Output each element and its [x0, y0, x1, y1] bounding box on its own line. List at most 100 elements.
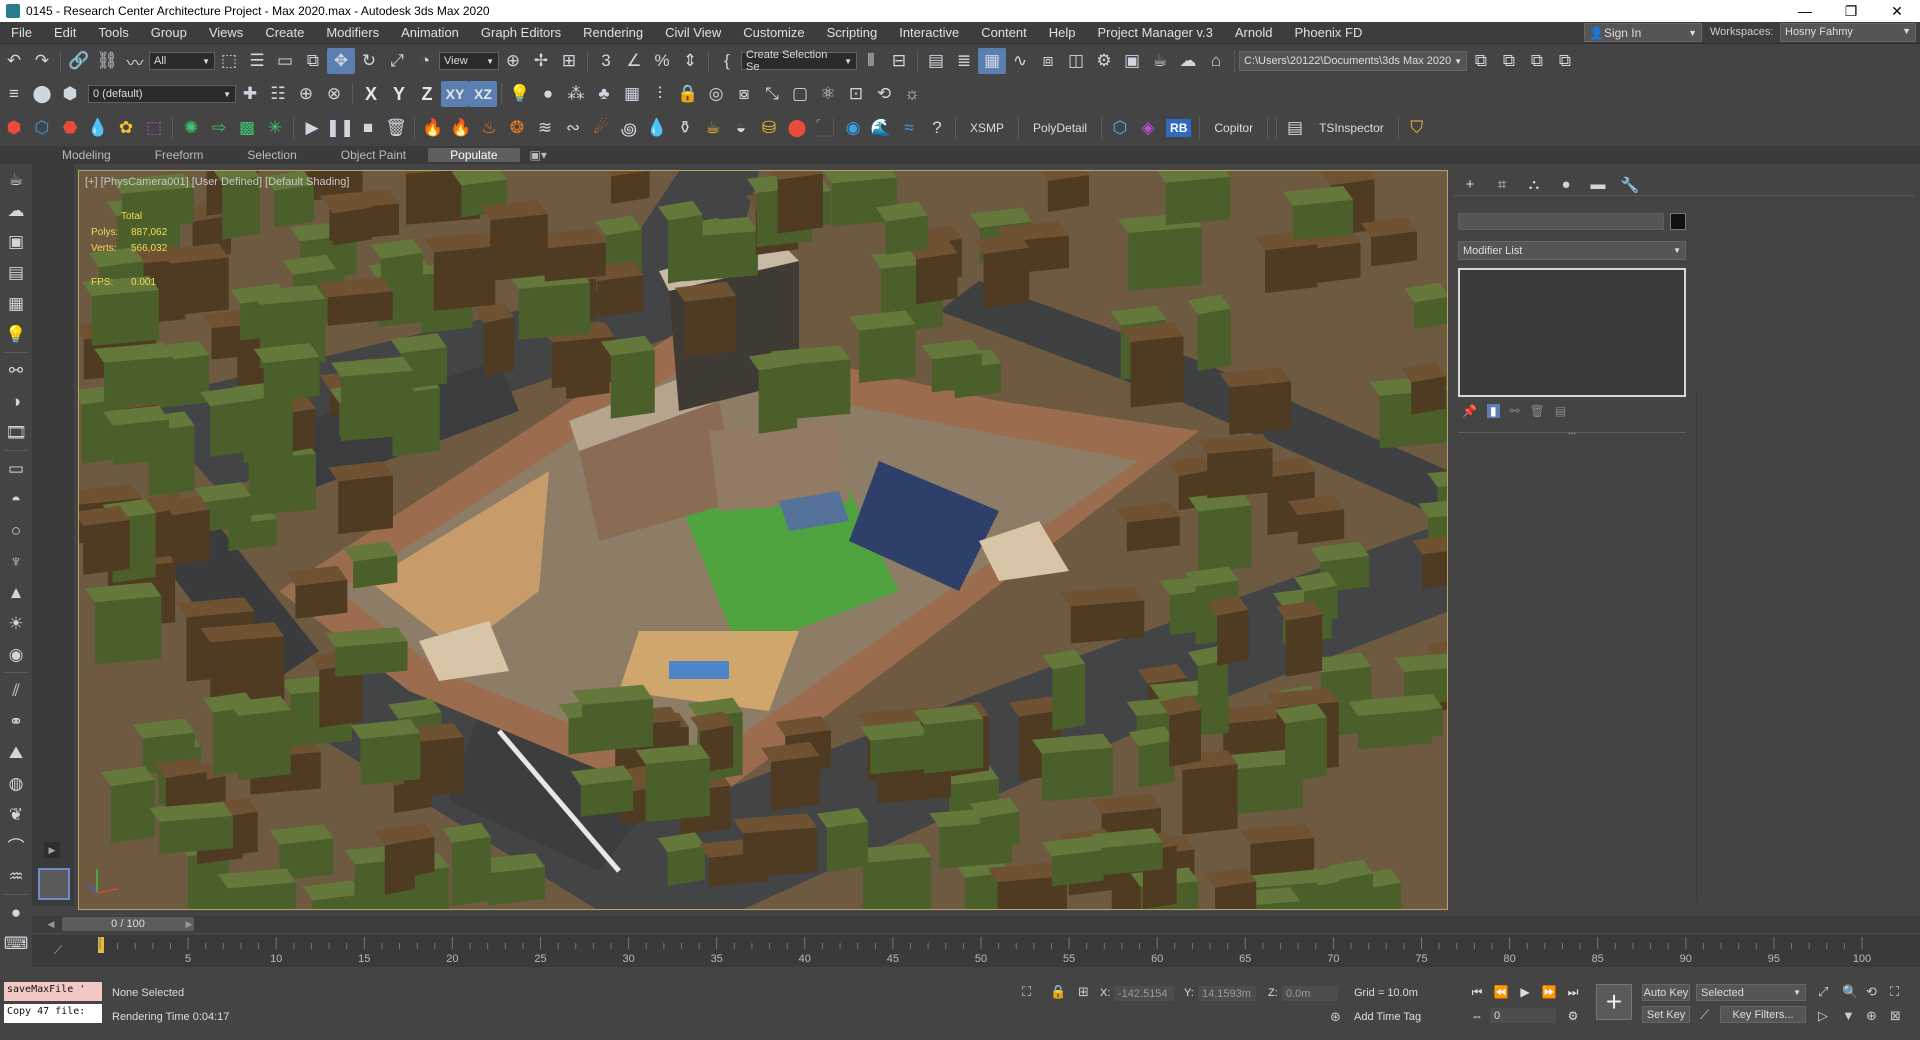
maxscript-listener-output[interactable]: saveMaxFile ' — [4, 982, 102, 1001]
xsmp-button[interactable]: XSMP — [960, 121, 1014, 135]
pan-icon[interactable]: ▷ — [1818, 1008, 1828, 1024]
axis-z-button[interactable]: Z — [413, 81, 441, 107]
selection-filter-dropdown[interactable]: All ▼ — [149, 52, 215, 70]
tab-modeling[interactable]: Modeling — [40, 148, 133, 162]
terrain-icon[interactable]: ⛰ — [0, 737, 32, 768]
table-icon[interactable]: ▦ — [0, 288, 32, 319]
sphere-blue-icon[interactable]: ● — [0, 897, 32, 928]
maximize-viewport-icon[interactable]: ⛶ — [1890, 984, 1899, 1000]
edit-named-selection-icon[interactable]: { — [713, 48, 741, 74]
cone-icon[interactable]: ▲ — [0, 577, 32, 608]
unlink-icon[interactable]: ⛓ — [93, 48, 121, 74]
show-end-result-icon[interactable]: ▮ — [1486, 404, 1500, 418]
render-icon[interactable]: ▣ — [0, 226, 32, 257]
panel-divider[interactable]: ••• — [1458, 430, 1686, 438]
hair-icon[interactable]: ♒ — [0, 861, 32, 892]
material-icon[interactable]: ◑ — [0, 386, 32, 417]
isolate-selection-icon[interactable]: ⛶ — [1022, 984, 1031, 1000]
ribbon-options-icon[interactable]: ▣▾ — [520, 148, 557, 162]
menu-content[interactable]: Content — [970, 25, 1038, 40]
set-key-button[interactable]: Set Key — [1642, 1006, 1690, 1023]
z-coordinate-field[interactable]: 0.0m — [1282, 986, 1338, 1001]
zoom-icon[interactable]: 🔍 — [1842, 984, 1858, 1000]
material-editor-icon[interactable]: ◫ — [1062, 48, 1090, 74]
create-layer-icon[interactable]: ✚ — [236, 81, 264, 107]
droplet-icon[interactable]: 💧 — [84, 115, 112, 141]
time-tag-icon[interactable]: ⊛ — [1330, 1009, 1341, 1025]
menu-views[interactable]: Views — [198, 25, 254, 40]
walkthrough-icon[interactable]: ⟲ — [870, 81, 898, 107]
next-frame-icon[interactable]: ⏩ — [1538, 982, 1560, 1002]
orbit-icon[interactable]: ⟲ — [1866, 984, 1877, 1000]
pipe-icon[interactable]: ⌒ — [0, 830, 32, 861]
bucket-icon[interactable]: ⛁ — [755, 115, 783, 141]
ocean-icon[interactable]: 🌊 — [867, 115, 895, 141]
safe-frame-icon[interactable]: ▢ — [786, 81, 814, 107]
menu-group[interactable]: Group — [140, 25, 198, 40]
menu-interactive[interactable]: Interactive — [888, 25, 970, 40]
current-frame-field[interactable]: 0 — [1490, 1008, 1556, 1023]
menu-scripting[interactable]: Scripting — [816, 25, 889, 40]
select-rotate-icon[interactable]: ↻ — [355, 48, 383, 74]
snaps-toggle-icon[interactable]: 3 — [592, 48, 620, 74]
create-tab-icon[interactable]: + — [1454, 174, 1486, 196]
track-bar[interactable]: ⟋ 5 10 15 20 25 30 35 40 45 50 55 60 65 70 75 80 85 90 95 1… — [32, 935, 1920, 967]
selection-lock-icon[interactable]: 🔒 — [1050, 984, 1066, 1000]
key-set-dropdown[interactable]: Selected ▼ — [1696, 984, 1806, 1001]
light-icon[interactable]: 💡 — [506, 81, 534, 107]
current-layer-dropdown[interactable]: 0 (default) ▼ — [88, 85, 236, 103]
rectangle-icon[interactable]: ▭ — [0, 453, 32, 484]
zoom-extents-icon[interactable]: ⤢ — [1818, 984, 1828, 1000]
stairs-icon[interactable]: ⫽ — [0, 675, 32, 706]
display-tab-icon[interactable]: ▬ — [1582, 174, 1614, 196]
menu-project-manager[interactable]: Project Manager v.3 — [1087, 25, 1224, 40]
time-configuration-icon[interactable]: ⚙ — [1562, 1006, 1584, 1026]
modifier-list-dropdown[interactable]: Modifier List ▼ — [1458, 241, 1686, 260]
previous-frame-arrow-icon[interactable]: ◀ — [44, 917, 58, 931]
render-setup-icon[interactable]: ⚙ — [1090, 48, 1118, 74]
group-icon[interactable]: ⚛ — [814, 81, 842, 107]
link-icon[interactable]: 🔗 — [65, 48, 93, 74]
play-animation-icon[interactable]: ▶ — [1514, 982, 1536, 1002]
go-to-end-icon[interactable]: ⏭ — [1562, 982, 1584, 1002]
pause-icon[interactable]: ❚❚ — [326, 115, 355, 141]
schematic-view-icon[interactable]: ⧈ — [1034, 48, 1062, 74]
rendered-frame-window-icon[interactable]: ▣ — [1118, 48, 1146, 74]
viewport-fit-icon[interactable]: ⤡ — [758, 81, 786, 107]
menu-help[interactable]: Help — [1038, 25, 1087, 40]
menu-rendering[interactable]: Rendering — [572, 25, 654, 40]
molecule-icon[interactable]: ⚭ — [0, 706, 32, 737]
grid-green-icon[interactable]: ▩ — [233, 115, 261, 141]
network-icon[interactable]: ✺ — [177, 115, 205, 141]
go-to-start-icon[interactable]: ⏮ — [1466, 982, 1488, 1002]
add-time-tag[interactable]: Add Time Tag — [1354, 1011, 1421, 1023]
y-coordinate-field[interactable]: 14.1593m — [1198, 986, 1256, 1001]
time-slider[interactable]: ◀ 0 / 100 ▶ — [32, 916, 1920, 932]
film-icon[interactable]: 🎞 — [0, 417, 32, 448]
undo-icon[interactable]: ↶ — [0, 48, 28, 74]
copitor-button[interactable]: Copitor — [1204, 121, 1263, 135]
select-scale-icon[interactable]: ⤢ — [383, 48, 411, 74]
cube-wire-icon[interactable]: ⬡ — [28, 115, 56, 141]
named-selection-dropdown[interactable]: Create Selection Se ▼ — [741, 49, 857, 73]
minimize-button[interactable]: — — [1782, 0, 1828, 22]
viewport-thumbnail[interactable] — [38, 868, 70, 900]
key-mode-toggle-icon[interactable]: ⇔ — [1466, 1006, 1488, 1026]
modify-tab-icon[interactable]: ⌗ — [1486, 174, 1518, 196]
leaf-icon[interactable]: ❦ — [0, 799, 32, 830]
maxscript-listener-input[interactable]: Copy 47 file: — [4, 1004, 102, 1023]
manipulate-icon[interactable]: ✢ — [527, 48, 555, 74]
hierarchy-tab-icon[interactable]: ⛬ — [1518, 174, 1550, 196]
render-production-icon[interactable]: ☕ — [1146, 48, 1174, 74]
help-icon[interactable]: ? — [923, 115, 951, 141]
shield-icon[interactable]: ⛉ — [1403, 115, 1431, 141]
red-sphere-icon[interactable]: ⬤ — [783, 115, 811, 141]
zoom-region-icon[interactable]: ⊠ — [1890, 1008, 1901, 1024]
cup-icon[interactable]: ☕ — [699, 115, 727, 141]
lock-icon[interactable]: 🔒 — [674, 81, 702, 107]
document-icon[interactable]: ▤ — [0, 257, 32, 288]
x-coordinate-field[interactable]: -142.5154 — [1114, 986, 1174, 1001]
maximize-button[interactable]: ❐ — [1828, 0, 1874, 22]
flame-alt-icon[interactable]: 🔥 — [447, 115, 475, 141]
workspace-tool-d-icon[interactable]: ⧉ — [1551, 48, 1579, 74]
